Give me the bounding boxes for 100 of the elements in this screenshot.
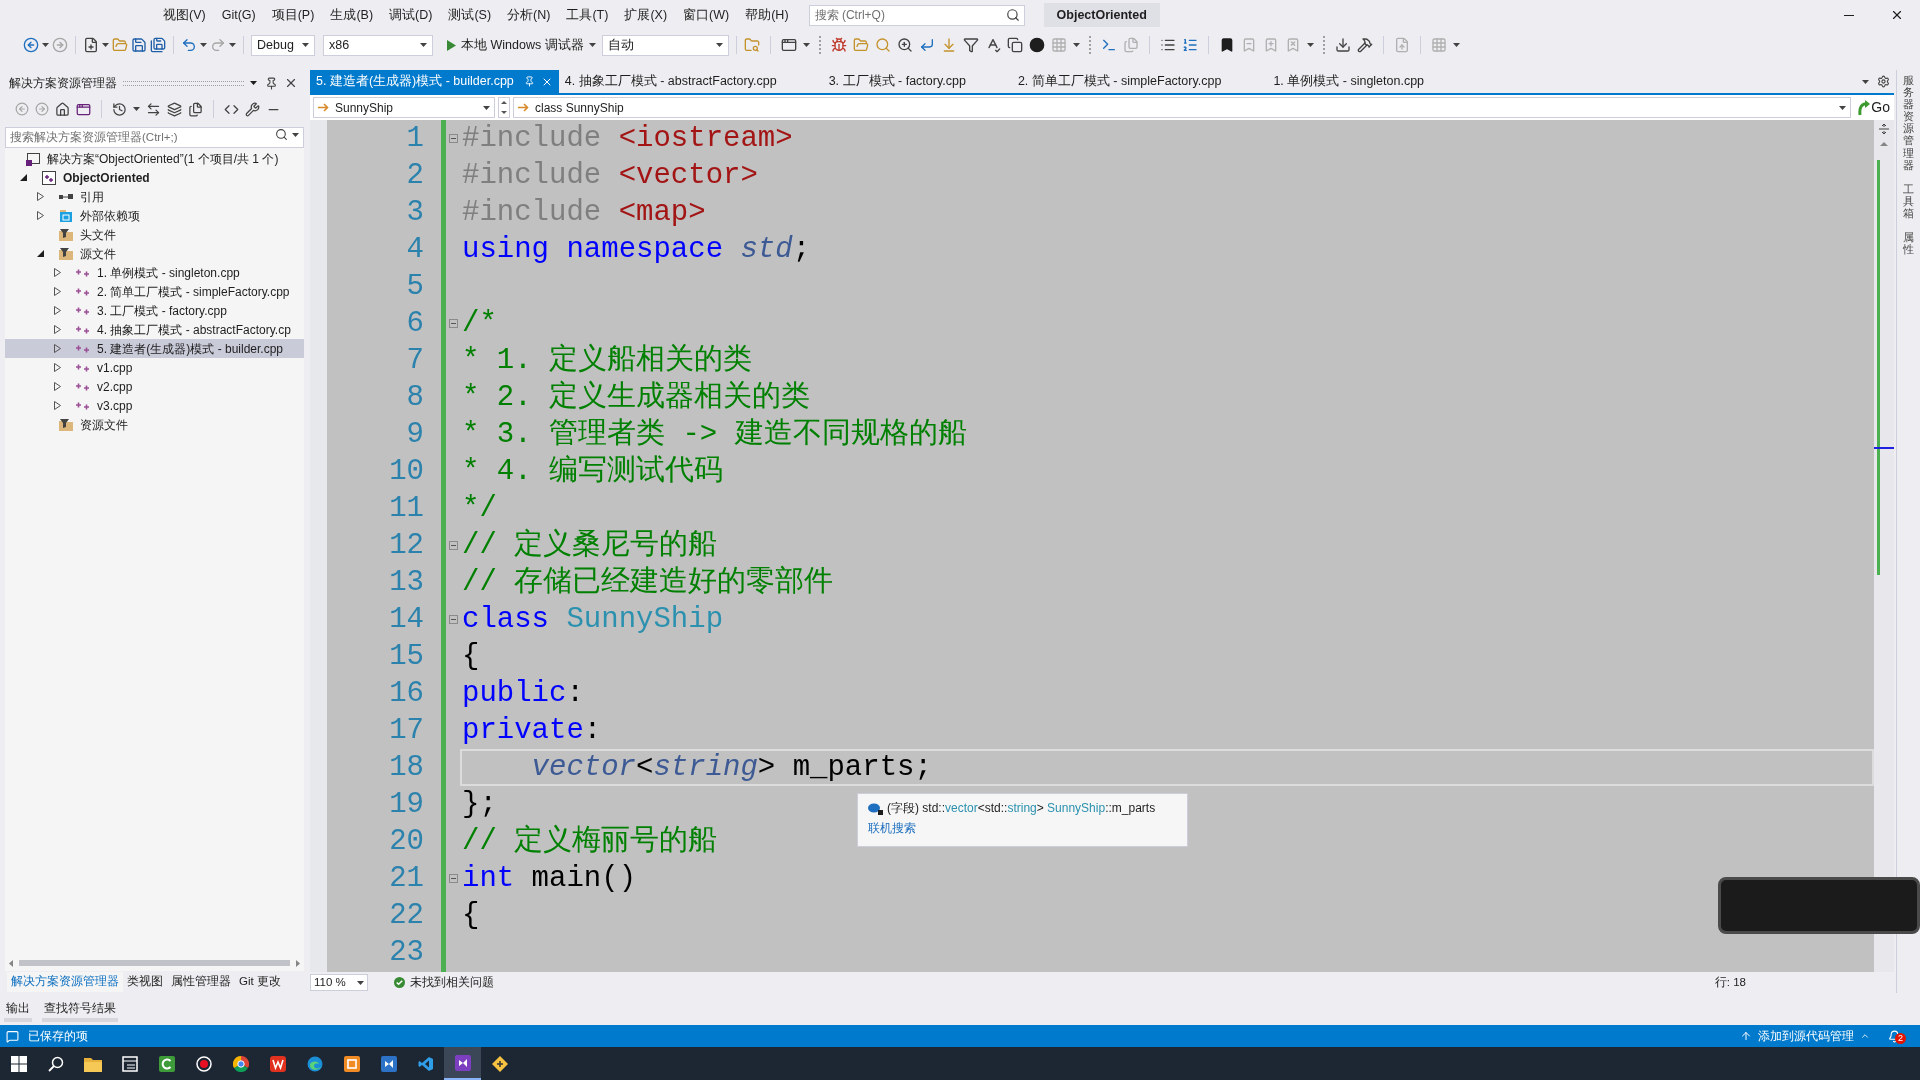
panel-tab[interactable]: 解决方案资源管理器 <box>7 972 123 992</box>
search-online-link[interactable]: 联机搜索 <box>868 820 916 837</box>
caret-icon[interactable] <box>229 43 236 47</box>
side-tab[interactable]: 工具箱 <box>1903 182 1914 220</box>
history-icon[interactable] <box>112 101 127 117</box>
tree-item[interactable]: 引用 <box>5 187 304 206</box>
collapse-icon[interactable] <box>448 134 458 143</box>
tree-item[interactable]: 3. 工厂模式 - factory.cpp <box>5 301 304 320</box>
editor-tab[interactable]: 2. 简单工厂模式 - simpleFactory.cpp <box>1011 70 1268 93</box>
caret-icon[interactable] <box>1306 43 1314 47</box>
caret-icon[interactable] <box>357 980 364 985</box>
sync-arrows-icon[interactable] <box>146 101 161 117</box>
pin-icon[interactable] <box>265 76 278 90</box>
terminal-icon[interactable] <box>1100 37 1117 53</box>
files-icon[interactable] <box>188 101 203 117</box>
save-icon[interactable] <box>131 37 147 53</box>
configuration-dropdown[interactable]: Debug <box>251 34 315 56</box>
window-icon[interactable] <box>76 101 91 117</box>
menu-item[interactable]: 测试(S) <box>440 3 500 27</box>
settings-icon[interactable] <box>1877 75 1890 88</box>
tree-item[interactable]: 1. 单例模式 - singleton.cpp <box>5 263 304 282</box>
tree-arrow-icon[interactable] <box>54 363 61 372</box>
horizontal-scrollbar[interactable] <box>19 960 290 966</box>
window-icon[interactable] <box>780 37 797 53</box>
tree-item[interactable]: v3.cpp <box>5 396 304 415</box>
spin-up-icon[interactable] <box>501 101 507 105</box>
spin-down-icon[interactable] <box>501 110 507 114</box>
platform-dropdown[interactable]: x86 <box>323 34 433 56</box>
tree-item[interactable]: 源文件 <box>5 244 304 263</box>
caret-icon[interactable] <box>302 43 309 47</box>
tree-arrow-icon[interactable] <box>20 174 27 181</box>
upload-icon[interactable] <box>1740 1030 1752 1042</box>
caret-icon[interactable] <box>200 43 207 47</box>
caret-icon[interactable] <box>42 43 49 47</box>
circle-icon[interactable] <box>1028 37 1045 53</box>
collapse-icon[interactable] <box>448 319 458 328</box>
scroll-right-icon[interactable] <box>296 959 300 967</box>
tree-item[interactable]: v1.cpp <box>5 358 304 377</box>
menu-item[interactable]: Git(G) <box>213 3 264 27</box>
split-icon[interactable] <box>1879 124 1889 134</box>
close-icon[interactable] <box>284 76 298 90</box>
caret-icon[interactable] <box>133 107 140 111</box>
menu-item[interactable]: 视图(V) <box>155 3 214 27</box>
caret-icon[interactable] <box>1862 79 1869 84</box>
menu-item[interactable]: 生成(B) <box>322 3 382 27</box>
editor-tab[interactable]: 1. 单例模式 - singleton.cpp <box>1267 70 1471 93</box>
search-icon[interactable] <box>1005 7 1020 22</box>
bug-icon[interactable] <box>830 37 847 53</box>
menu-item[interactable]: 扩展(X) <box>616 3 676 27</box>
close-icon[interactable] <box>1890 8 1904 22</box>
mode-dropdown[interactable]: 自动 <box>601 34 729 56</box>
menu-item[interactable]: 项目(P) <box>263 3 323 27</box>
go-button[interactable]: Go <box>1854 97 1892 118</box>
tree-item[interactable]: v2.cpp <box>5 377 304 396</box>
tree-arrow-icon[interactable] <box>54 306 61 315</box>
collapse-icon[interactable] <box>448 615 458 624</box>
tree-arrow-icon[interactable] <box>54 325 61 334</box>
tree-item[interactable]: 外部依赖项 <box>5 206 304 225</box>
zoom-dropdown[interactable]: 110 % <box>310 974 368 991</box>
run-button[interactable]: 本地 Windows 调试器 <box>444 34 599 56</box>
copy-icon[interactable] <box>1006 37 1023 53</box>
panel-tab[interactable]: 属性管理器 <box>167 972 235 992</box>
caret-icon[interactable] <box>1072 43 1080 47</box>
side-tab[interactable]: 属性 <box>1903 231 1914 256</box>
tray-down-icon[interactable] <box>1334 37 1351 53</box>
member-dropdown[interactable]: class SunnyShip <box>513 97 1852 118</box>
tree-item[interactable]: 4. 抽象工厂模式 - abstractFactory.cp <box>5 320 304 339</box>
menu-item[interactable]: 工具(T) <box>558 3 617 27</box>
back-icon[interactable] <box>23 37 39 53</box>
search-icon[interactable] <box>275 128 288 141</box>
tree-arrow-icon[interactable] <box>54 287 61 296</box>
search-field[interactable]: 搜索 (Ctrl+Q) <box>808 4 1025 26</box>
tree-arrow-icon[interactable] <box>54 382 61 391</box>
wrench-icon[interactable] <box>245 101 260 117</box>
collapse-icon[interactable] <box>448 874 458 883</box>
caret-icon[interactable] <box>715 43 723 47</box>
numbered-list-icon[interactable] <box>1181 37 1198 53</box>
caret-icon[interactable] <box>802 43 810 47</box>
return-arrow-icon[interactable] <box>918 37 935 53</box>
menu-item[interactable]: 调试(D) <box>381 3 441 27</box>
scope-dropdown[interactable]: SunnyShip <box>313 97 495 118</box>
editor-tab[interactable]: 3. 工厂模式 - factory.cpp <box>822 70 1012 93</box>
collapse-icon[interactable] <box>448 541 458 550</box>
tree-item[interactable]: 资源文件 <box>5 415 304 434</box>
caret-icon[interactable] <box>483 105 490 110</box>
caret-icon[interactable] <box>250 81 257 85</box>
notification-icon[interactable] <box>1888 1029 1901 1043</box>
caret-icon[interactable] <box>292 133 299 137</box>
menu-item[interactable]: 帮助(H) <box>737 3 797 27</box>
scroll-left-icon[interactable] <box>9 959 13 967</box>
scroll-up-icon[interactable] <box>1880 142 1888 146</box>
source-control-button[interactable]: 添加到源代码管理 <box>1758 1027 1870 1045</box>
layers-icon[interactable] <box>167 101 182 117</box>
tree-item[interactable]: 头文件 <box>5 225 304 244</box>
zoom-icon[interactable] <box>896 37 913 53</box>
minimize-icon[interactable] <box>1844 14 1854 16</box>
panel-tab[interactable]: 类视图 <box>123 972 167 992</box>
new-file-icon[interactable] <box>83 37 99 53</box>
filter-icon[interactable] <box>962 37 979 53</box>
tree-item[interactable]: 2. 简单工厂模式 - simpleFactory.cpp <box>5 282 304 301</box>
